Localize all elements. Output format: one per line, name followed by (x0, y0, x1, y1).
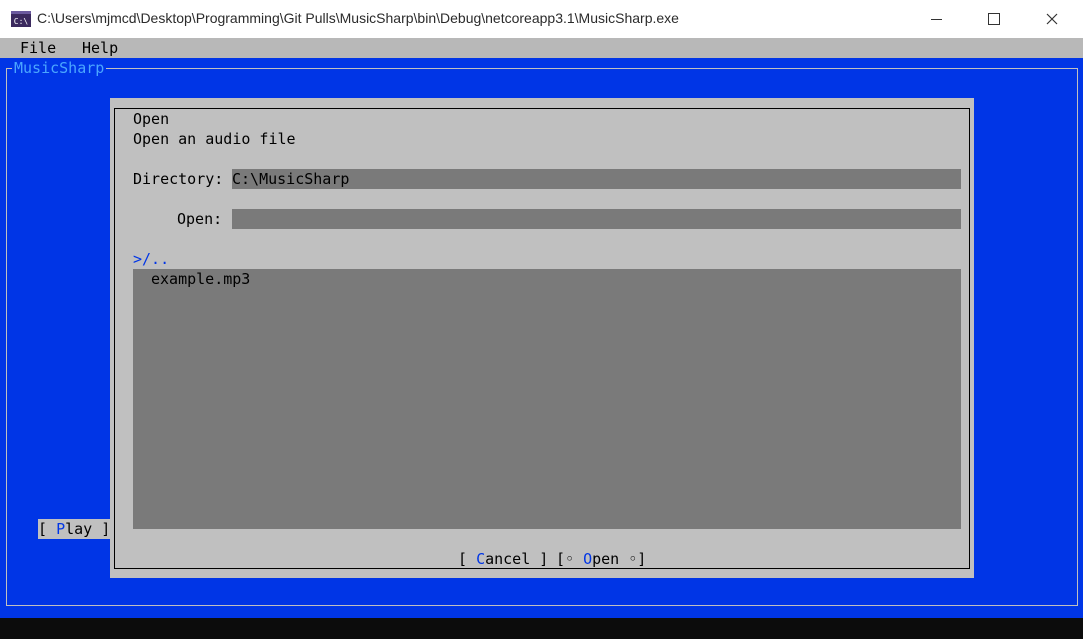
cancel-button-rest: ancel ] (485, 550, 549, 568)
maximize-icon (988, 13, 1000, 25)
close-button[interactable] (1023, 0, 1081, 38)
menu-file[interactable]: File (20, 38, 56, 58)
menu-bar: File Help (0, 38, 1083, 58)
console-app-icon: C:\ (11, 11, 31, 27)
cancel-button-hotkey: C (476, 550, 486, 568)
close-icon (1046, 13, 1058, 25)
maximize-button[interactable] (965, 0, 1023, 38)
play-button-rest: lay ] (65, 520, 111, 538)
list-item[interactable]: example.mp3 (151, 269, 250, 289)
current-path: >/.. (133, 250, 170, 268)
cancel-button-left: [ (458, 550, 477, 568)
open-dialog: Open Open an audio file Directory: C:\Mu… (110, 98, 974, 578)
open-field[interactable] (232, 209, 961, 229)
minimize-button[interactable] (907, 0, 965, 38)
play-button-left: [ (38, 520, 57, 538)
open-dialog-frame: Open Open an audio file Directory: C:\Mu… (114, 108, 970, 569)
menu-help[interactable]: Help (82, 38, 118, 58)
file-list[interactable]: example.mp3 (133, 269, 961, 529)
play-button[interactable]: [ Play ] (38, 519, 110, 539)
console-area: File Help MusicSharp [ Play ] Open Open … (0, 38, 1083, 639)
cancel-button[interactable]: [ Cancel ] (458, 549, 548, 569)
console-bottom-strip (0, 618, 1083, 639)
main-window-title: MusicSharp (12, 58, 107, 78)
window-title-bar: C:\ C:\Users\mjmcd\Desktop\Programming\G… (0, 0, 1083, 38)
directory-field[interactable]: C:\MusicSharp (232, 169, 961, 189)
open-label: Open: (177, 210, 223, 228)
dialog-title: Open (129, 109, 174, 129)
open-button[interactable]: [◦ Open ◦] (556, 549, 646, 569)
window-title: C:\Users\mjmcd\Desktop\Programming\Git P… (37, 10, 679, 26)
open-button-rest: pen ◦] (592, 550, 647, 568)
dialog-prompt: Open an audio file (133, 130, 296, 148)
minimize-icon (930, 18, 942, 20)
directory-label: Directory: (133, 170, 224, 188)
open-button-left: [◦ (556, 550, 584, 568)
play-button-hotkey: P (56, 520, 66, 538)
open-button-hotkey: O (583, 550, 593, 568)
